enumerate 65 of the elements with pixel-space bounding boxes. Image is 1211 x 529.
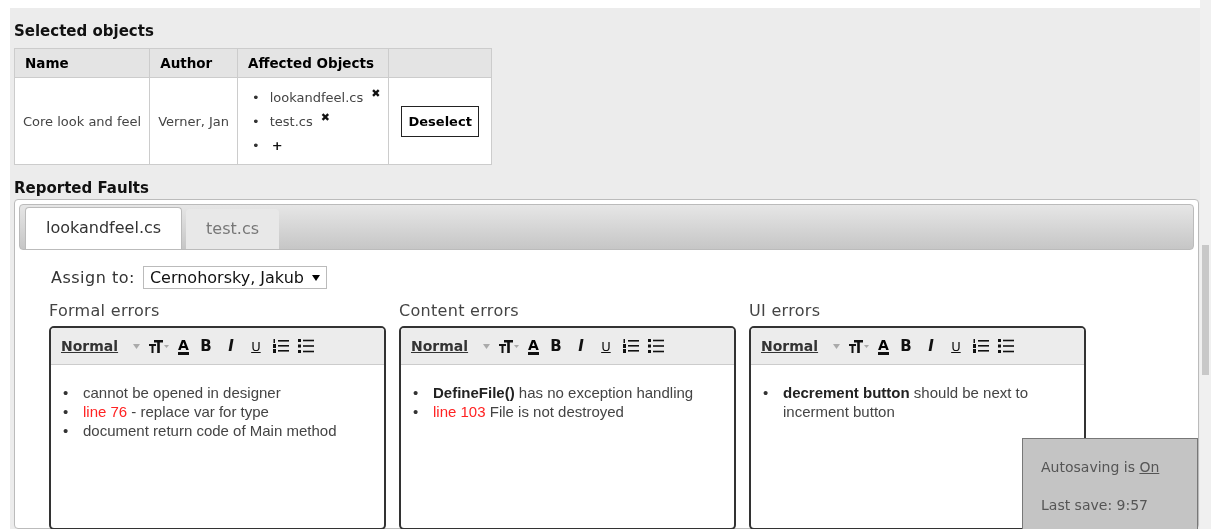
bullet-list-icon[interactable] <box>997 339 1014 353</box>
error-entry: document return code of Main method <box>83 421 337 440</box>
error-entry: decrement button should be next to incerment button <box>783 383 1030 421</box>
assignee-dropdown[interactable]: Cernohorsky, Jakub <box>142 266 327 289</box>
file-name: test.cs <box>269 113 313 129</box>
text-size-icon[interactable] <box>149 339 170 353</box>
file-tab[interactable]: test.cs <box>186 209 280 249</box>
format-dropdown[interactable]: Normal <box>761 338 819 354</box>
format-dropdown[interactable]: Normal <box>61 338 119 354</box>
italic-button[interactable]: I <box>922 337 939 355</box>
table-cell: Verner, Jan <box>149 77 238 165</box>
bullet-list-icon[interactable] <box>297 339 314 353</box>
error-entry: line 76 - replace var for type <box>83 402 269 421</box>
bold-button[interactable]: B <box>547 337 564 355</box>
assign-label: Assign to: <box>51 268 135 287</box>
list-bullet: • <box>252 137 260 153</box>
file-name: lookandfeel.cs <box>269 89 364 105</box>
column-header: Name <box>14 48 150 78</box>
caret-icon <box>311 274 320 281</box>
text-size-icon[interactable] <box>499 339 520 353</box>
underline-button[interactable]: U <box>597 338 614 354</box>
editor-label: Formal errors <box>49 301 161 320</box>
text-editor[interactable]: Normal A B I U • DefineFile() has no exception handling • line 103 File is not destroyed <box>399 326 736 529</box>
numbered-list-icon[interactable] <box>972 339 989 353</box>
add-button[interactable]: + <box>271 137 283 153</box>
list-bullet: • <box>763 383 770 402</box>
text-size-icon[interactable] <box>849 339 870 353</box>
font-color-button[interactable]: A <box>528 337 539 355</box>
editor-label: UI errors <box>749 301 822 320</box>
numbered-list-icon[interactable] <box>622 339 639 353</box>
error-entry: line 103 File is not destroyed <box>433 402 624 421</box>
underline-button[interactable]: U <box>947 338 964 354</box>
list-bullet: • <box>413 383 420 402</box>
font-color-button[interactable]: A <box>878 337 889 355</box>
scrollbar-thumb[interactable] <box>1202 245 1209 375</box>
column-header: Affected Objects <box>237 48 389 78</box>
list-bullet: • <box>63 402 70 421</box>
text-editor[interactable]: Normal A B I U • cannot be opened in designer • line 76 - replace var for type • document return code of Main method <box>49 326 386 529</box>
scrollbar[interactable] <box>1200 0 1211 529</box>
bold-button[interactable]: B <box>897 337 914 355</box>
numbered-list-icon[interactable] <box>272 339 289 353</box>
remove-button[interactable]: ✖ <box>371 86 381 100</box>
editor-label: Content errors <box>399 301 520 320</box>
bullet-list-icon[interactable] <box>647 339 664 353</box>
list-bullet: • <box>413 402 420 421</box>
deselect-button[interactable]: Deselect <box>401 105 479 137</box>
table-cell: Core look and feel <box>14 77 150 165</box>
section-title: Selected objects <box>14 22 155 40</box>
error-entry: cannot be opened in designer <box>83 383 281 402</box>
font-color-button[interactable]: A <box>178 337 189 355</box>
italic-button[interactable]: I <box>222 337 239 355</box>
bold-button[interactable]: B <box>197 337 214 355</box>
file-tab[interactable]: lookandfeel.cs <box>25 207 183 249</box>
autosave-toggle-link[interactable]: On <box>1139 459 1160 475</box>
list-bullet: • <box>252 113 260 129</box>
underline-button[interactable]: U <box>247 338 264 354</box>
remove-button[interactable]: ✖ <box>320 110 330 124</box>
list-bullet: • <box>63 383 70 402</box>
list-bullet: • <box>252 89 260 105</box>
format-dropdown[interactable]: Normal <box>411 338 469 354</box>
list-bullet: • <box>63 421 70 440</box>
italic-button[interactable]: I <box>572 337 589 355</box>
error-entry: DefineFile() has no exception handling <box>433 383 694 402</box>
section-title: Reported Faults <box>14 179 150 197</box>
column-header: Author <box>149 48 238 78</box>
